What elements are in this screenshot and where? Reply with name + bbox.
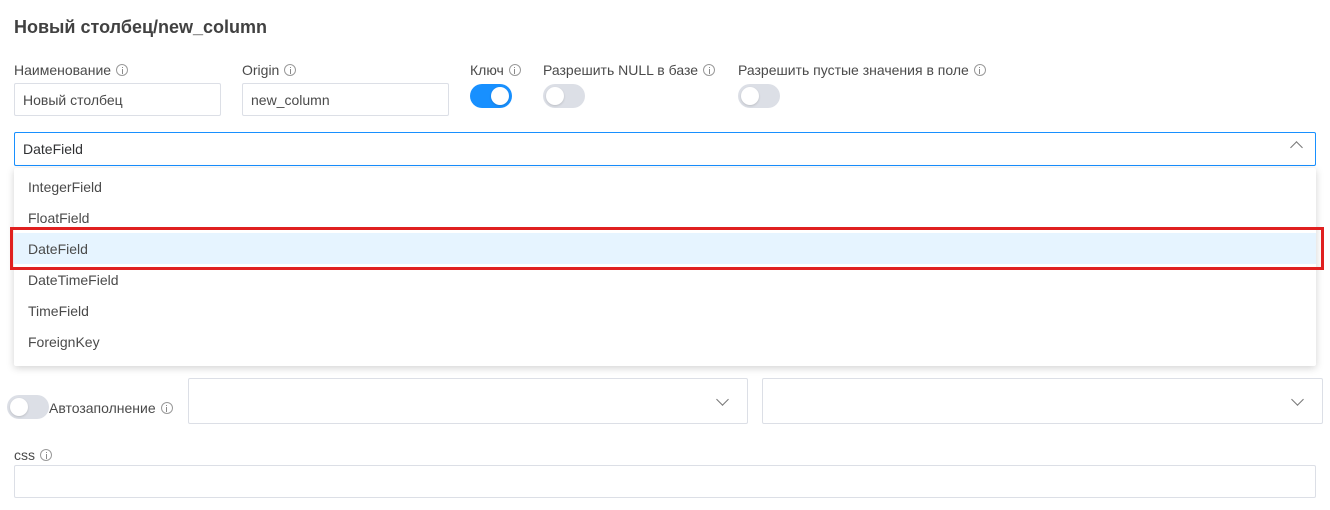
form-title: Новый столбец/new_column xyxy=(14,17,268,37)
field-type-option-time[interactable]: TimeField xyxy=(14,295,1316,326)
name-label-text: Наименование xyxy=(14,62,112,78)
name-label: Наименование xyxy=(14,62,129,78)
autofill-switch[interactable] xyxy=(7,395,49,419)
autofill-label: Автозаполнение xyxy=(49,400,173,416)
field-type-option-date[interactable]: DateField xyxy=(14,233,1316,264)
key-label-text: Ключ xyxy=(470,62,504,78)
field-type-select[interactable]: DateField xyxy=(14,132,1316,166)
info-icon[interactable] xyxy=(284,64,297,76)
key-label: Ключ xyxy=(470,62,521,78)
allow-empty-label-text: Разрешить пустые значения в поле xyxy=(738,62,969,78)
info-icon[interactable] xyxy=(703,64,716,76)
allow-null-switch[interactable] xyxy=(543,84,585,108)
field-type-selected-value: DateField xyxy=(23,141,83,157)
info-icon[interactable] xyxy=(116,64,129,76)
allow-null-label: Разрешить NULL в базе xyxy=(543,62,716,78)
origin-input[interactable] xyxy=(242,83,449,116)
field-type-option-float[interactable]: FloatField xyxy=(14,202,1316,233)
autofill-target-select[interactable] xyxy=(762,378,1323,424)
switch-knob xyxy=(546,87,564,105)
chevron-up-icon xyxy=(1290,141,1303,154)
key-switch[interactable] xyxy=(470,84,512,108)
chevron-down-icon xyxy=(1291,393,1304,406)
field-type-option-foreignkey[interactable]: ForeignKey xyxy=(14,326,1316,357)
origin-label-text: Origin xyxy=(242,62,280,78)
autofill-source-select[interactable] xyxy=(188,378,748,424)
info-icon[interactable] xyxy=(973,64,986,76)
column-editor-form: Новый столбец/new_column Наименование Or… xyxy=(0,0,1330,510)
switch-knob xyxy=(491,87,509,105)
name-input[interactable] xyxy=(14,83,221,116)
field-type-dropdown: IntegerField FloatField DateField DateTi… xyxy=(14,168,1316,366)
autofill-label-text: Автозаполнение xyxy=(49,400,156,416)
allow-empty-switch[interactable] xyxy=(738,84,780,108)
origin-label: Origin xyxy=(242,62,297,78)
allow-empty-label: Разрешить пустые значения в поле xyxy=(738,62,986,78)
css-input[interactable] xyxy=(14,465,1316,498)
switch-knob xyxy=(741,87,759,105)
field-type-option-datetime[interactable]: DateTimeField xyxy=(14,264,1316,295)
field-type-option-integer[interactable]: IntegerField xyxy=(14,171,1316,202)
info-icon[interactable] xyxy=(160,402,173,414)
css-label-text: css xyxy=(14,447,35,463)
allow-null-label-text: Разрешить NULL в базе xyxy=(543,62,699,78)
info-icon[interactable] xyxy=(508,64,521,76)
css-label: css xyxy=(14,447,52,463)
switch-knob xyxy=(10,398,28,416)
chevron-down-icon xyxy=(716,393,729,406)
info-icon[interactable] xyxy=(40,449,52,461)
